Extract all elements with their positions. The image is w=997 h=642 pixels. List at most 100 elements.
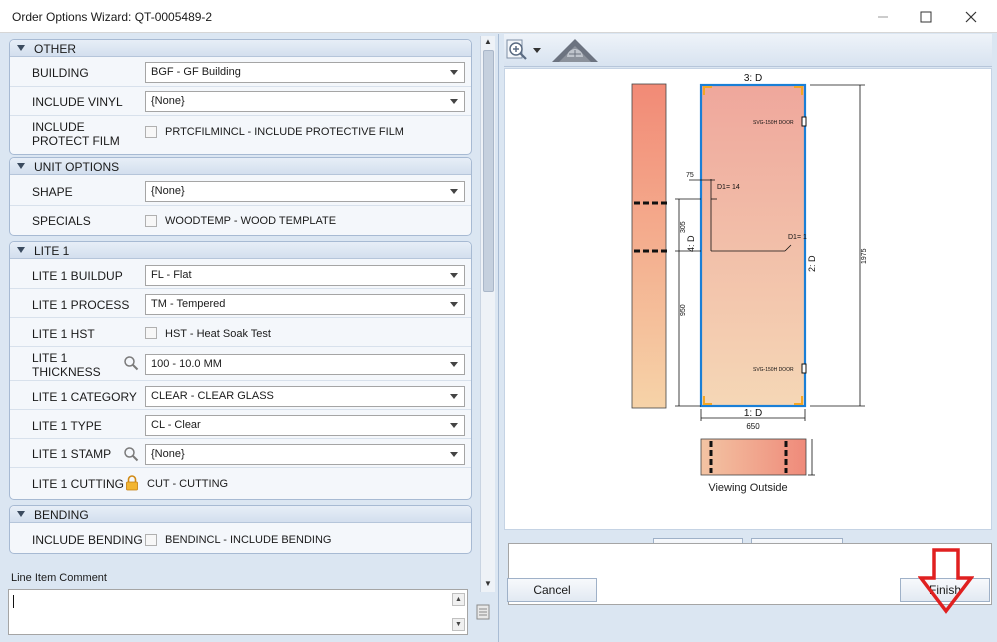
chevron-down-icon[interactable] bbox=[444, 182, 464, 201]
line-item-comment-input[interactable]: ▲ ▼ bbox=[8, 589, 468, 635]
checkbox-label: PRTCFILMINCL - INCLUDE PROTECTIVE FILM bbox=[165, 126, 404, 138]
close-icon bbox=[965, 11, 977, 23]
option-row-type: LITE 1 TYPE CL - Clear bbox=[10, 410, 471, 439]
minimize-icon bbox=[878, 16, 888, 18]
edge-label-right: 2: D bbox=[807, 255, 817, 272]
option-label: LITE 1 STAMP bbox=[32, 447, 112, 461]
options-scroll-area[interactable]: OTHER BUILDING BGF - GF Building INCLUDE… bbox=[4, 36, 478, 592]
select-value: {None} bbox=[151, 185, 185, 197]
options-scrollbar[interactable]: ▲ ▼ bbox=[480, 36, 495, 592]
dim-75: 75 bbox=[686, 172, 694, 179]
options-pane: OTHER BUILDING BGF - GF Building INCLUDE… bbox=[0, 34, 499, 642]
option-label: INCLUDE BENDING bbox=[32, 533, 143, 547]
option-row-buildup: LITE 1 BUILDUP FL - Flat bbox=[10, 260, 471, 289]
chevron-down-icon[interactable] bbox=[444, 416, 464, 435]
section-title: OTHER bbox=[34, 42, 76, 56]
shape-select[interactable]: {None} bbox=[145, 181, 465, 202]
option-label: LITE 1 PROCESS bbox=[32, 298, 130, 312]
drawing-canvas[interactable]: 3: D 1: D 650 4: D 2: D 1975 305 950 75 … bbox=[504, 68, 992, 562]
chevron-down-icon[interactable] bbox=[444, 63, 464, 82]
scroll-up-icon[interactable]: ▲ bbox=[484, 37, 492, 46]
close-button[interactable] bbox=[948, 3, 994, 31]
dim-width: 650 bbox=[746, 422, 760, 431]
stamp-select[interactable]: {None} bbox=[145, 444, 465, 465]
option-label: LITE 1 CATEGORY bbox=[32, 390, 137, 404]
bending-checkbox[interactable] bbox=[145, 534, 157, 546]
d1-label-top: D1= 14 bbox=[717, 184, 740, 191]
option-row-bending: INCLUDE BENDING BENDINCL - INCLUDE BENDI… bbox=[10, 524, 471, 553]
collapse-icon bbox=[17, 247, 25, 253]
section-other-header[interactable]: OTHER bbox=[10, 40, 471, 57]
chevron-down-icon[interactable] bbox=[444, 295, 464, 314]
type-select[interactable]: CL - Clear bbox=[145, 415, 465, 436]
section-other: OTHER BUILDING BGF - GF Building INCLUDE… bbox=[9, 39, 472, 155]
chevron-down-icon[interactable] bbox=[533, 48, 541, 54]
checkbox-label: WOODTEMP - WOOD TEMPLATE bbox=[165, 215, 337, 227]
vinyl-select[interactable]: {None} bbox=[145, 91, 465, 112]
protect-film-checkbox[interactable] bbox=[145, 126, 157, 138]
scroll-down-icon[interactable]: ▼ bbox=[452, 618, 465, 631]
chevron-down-icon[interactable] bbox=[444, 355, 464, 374]
view-caption: Viewing Outside bbox=[708, 482, 787, 494]
section-title: UNIT OPTIONS bbox=[34, 160, 120, 174]
section-title: LITE 1 bbox=[34, 244, 70, 258]
minimize-button[interactable] bbox=[860, 3, 906, 31]
option-row-stamp: LITE 1 STAMP {None} bbox=[10, 439, 471, 468]
magnifier-icon[interactable] bbox=[123, 446, 139, 462]
magnifier-icon[interactable] bbox=[123, 355, 139, 371]
collapse-icon bbox=[17, 163, 25, 169]
section-bending-header[interactable]: BENDING bbox=[10, 506, 471, 523]
collapse-icon bbox=[17, 511, 25, 517]
select-value: CL - Clear bbox=[151, 419, 201, 431]
section-unit-options-header[interactable]: UNIT OPTIONS bbox=[10, 158, 471, 175]
chevron-down-icon[interactable] bbox=[444, 266, 464, 285]
zoom-icon[interactable] bbox=[506, 39, 530, 63]
building-select[interactable]: BGF - GF Building bbox=[145, 62, 465, 83]
option-label: SPECIALS bbox=[32, 214, 91, 228]
option-row-cutting: LITE 1 CUTTING CUT - CUTTING bbox=[10, 468, 471, 498]
category-select[interactable]: CLEAR - CLEAR GLASS bbox=[145, 386, 465, 407]
heat-soak-checkbox[interactable] bbox=[145, 327, 157, 339]
select-value: CLEAR - CLEAR GLASS bbox=[151, 390, 274, 402]
chevron-down-icon[interactable] bbox=[444, 445, 464, 464]
edge-label-left: 4: D bbox=[686, 235, 696, 252]
option-row-vinyl: INCLUDE VINYL {None} bbox=[10, 87, 471, 116]
edge-label-bottom: 1: D bbox=[744, 408, 762, 419]
window-title: Order Options Wizard: QT-0005489-2 bbox=[12, 10, 213, 24]
bottom-view-panel bbox=[700, 438, 807, 476]
option-row-category: LITE 1 CATEGORY CLEAR - CLEAR GLASS bbox=[10, 381, 471, 410]
text-caret bbox=[13, 595, 14, 608]
glass-lite-main[interactable] bbox=[699, 83, 807, 408]
dim-height: 1975 bbox=[861, 248, 868, 264]
scrollbar-thumb[interactable] bbox=[483, 50, 494, 292]
section-unit-options: UNIT OPTIONS SHAPE {None} SPECIALS WOODT… bbox=[9, 157, 472, 236]
option-label: LITE 1 THICKNESS bbox=[32, 351, 101, 379]
maximize-button[interactable] bbox=[903, 3, 949, 31]
scroll-down-icon[interactable]: ▼ bbox=[484, 579, 492, 588]
section-lite-1-header[interactable]: LITE 1 bbox=[10, 242, 471, 259]
hardware-marker bbox=[801, 116, 807, 127]
lock-icon bbox=[126, 475, 138, 491]
cancel-button[interactable]: Cancel bbox=[507, 578, 597, 602]
chevron-down-icon[interactable] bbox=[444, 387, 464, 406]
shape-view-icon[interactable] bbox=[550, 37, 600, 63]
option-row-building: BUILDING BGF - GF Building bbox=[10, 58, 471, 87]
option-label: INCLUDE PROTECT FILM bbox=[32, 120, 120, 148]
process-select[interactable]: TM - Tempered bbox=[145, 294, 465, 315]
edge-label-top: 3: D bbox=[744, 73, 762, 84]
checkbox-label: BENDINCL - INCLUDE BENDING bbox=[165, 534, 332, 546]
option-row-thickness: LITE 1 THICKNESS 100 - 10.0 MM bbox=[10, 347, 471, 381]
chevron-down-icon[interactable] bbox=[444, 92, 464, 111]
thickness-select[interactable]: 100 - 10.0 MM bbox=[145, 354, 465, 375]
checkbox-label: HST - Heat Soak Test bbox=[165, 328, 271, 340]
collapse-icon bbox=[17, 45, 25, 51]
option-label: SHAPE bbox=[32, 185, 73, 199]
notes-icon[interactable] bbox=[476, 604, 490, 620]
wood-template-checkbox[interactable] bbox=[145, 215, 157, 227]
scroll-up-icon[interactable]: ▲ bbox=[452, 593, 465, 606]
option-row-specials: SPECIALS WOODTEMP - WOOD TEMPLATE bbox=[10, 206, 471, 234]
buildup-select[interactable]: FL - Flat bbox=[145, 265, 465, 286]
select-value: FL - Flat bbox=[151, 269, 192, 281]
maximize-icon bbox=[920, 11, 932, 23]
section-lite-1: LITE 1 LITE 1 BUILDUP FL - Flat LITE 1 P… bbox=[9, 241, 472, 500]
